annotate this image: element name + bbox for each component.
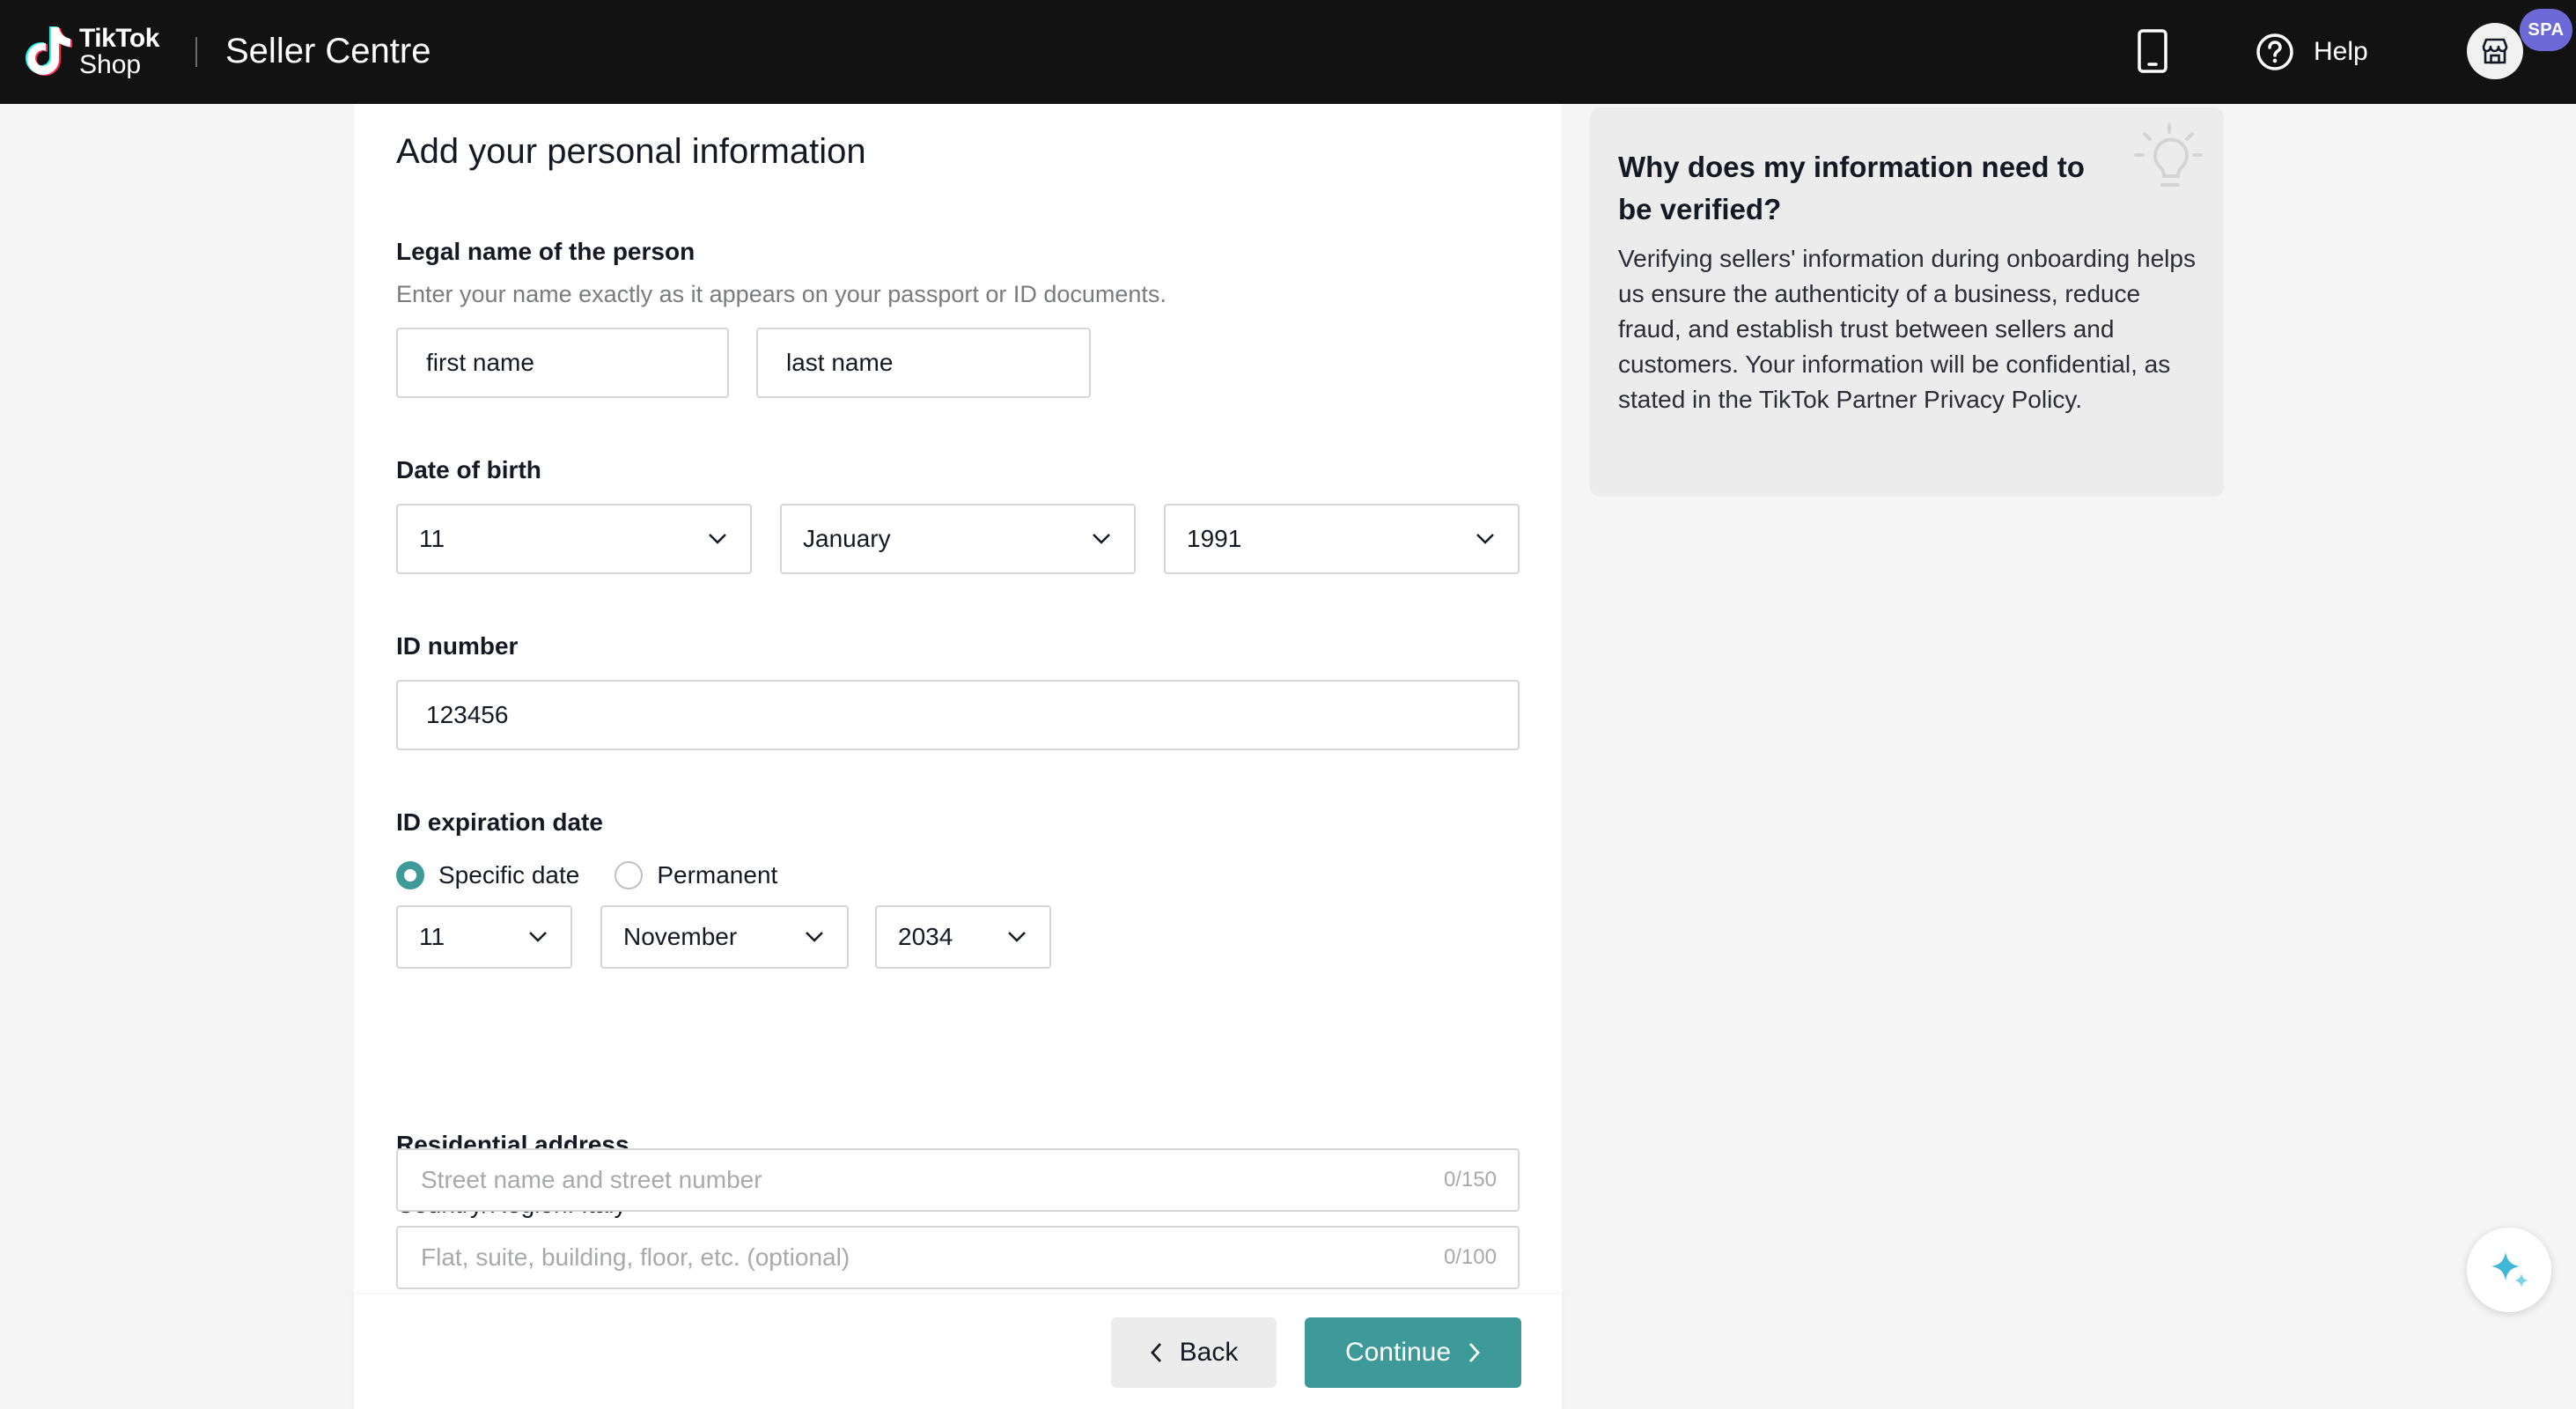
chevron-down-icon bbox=[529, 932, 547, 942]
dob-day-value: 11 bbox=[419, 525, 445, 552]
first-name-input[interactable]: first name bbox=[396, 328, 729, 398]
last-name-input[interactable]: last name bbox=[756, 328, 1091, 398]
logo-line-2: Shop bbox=[79, 50, 142, 79]
tiktok-logo-icon bbox=[26, 26, 72, 76]
chevron-down-icon bbox=[1008, 932, 1026, 942]
dob-year-value: 1991 bbox=[1187, 525, 1242, 552]
personal-info-form: Add your personal information Legal name… bbox=[354, 104, 1562, 1409]
logo-text: TikTok Shop bbox=[79, 26, 159, 78]
chevron-down-icon bbox=[806, 932, 823, 942]
dob-month-select[interactable]: January bbox=[780, 504, 1136, 574]
expiry-year-select[interactable]: 2034 bbox=[875, 905, 1051, 969]
back-label: Back bbox=[1179, 1338, 1239, 1367]
radio-permanent-label: Permanent bbox=[657, 861, 778, 889]
chevron-down-icon bbox=[1093, 534, 1110, 544]
id-number-value: 123456 bbox=[426, 701, 509, 728]
dob-month-value: January bbox=[803, 525, 891, 552]
last-name-value: last name bbox=[786, 349, 894, 376]
chevron-left-icon bbox=[1150, 1343, 1161, 1362]
app-title: Seller Centre bbox=[225, 32, 431, 70]
continue-button[interactable]: Continue bbox=[1305, 1317, 1521, 1388]
id-number-input[interactable]: 123456 bbox=[396, 680, 1520, 750]
expiry-year-value: 2034 bbox=[898, 923, 953, 950]
expiry-day-value: 11 bbox=[419, 923, 445, 950]
chevron-down-icon bbox=[1476, 534, 1494, 544]
sparkle-icon bbox=[2491, 1252, 2528, 1287]
lightbulb-icon bbox=[2134, 123, 2203, 187]
mobile-phone-icon[interactable] bbox=[2134, 28, 2171, 74]
dob-label: Date of birth bbox=[396, 456, 541, 483]
account-badge: SPA bbox=[2520, 9, 2572, 51]
help-button[interactable]: Help bbox=[2256, 26, 2368, 77]
id-expiration-options: Specific date Permanent bbox=[396, 856, 813, 895]
continue-label: Continue bbox=[1344, 1338, 1452, 1367]
dob-year-select[interactable]: 1991 bbox=[1164, 504, 1520, 574]
legal-name-hint: Enter your name exactly as it appears on… bbox=[396, 281, 1167, 307]
top-bar: TikTok Shop Seller Centre Help SPA bbox=[0, 0, 2576, 104]
street-placeholder: Street name and street number bbox=[421, 1166, 762, 1193]
dob-day-select[interactable]: 11 bbox=[396, 504, 752, 574]
store-icon bbox=[2482, 38, 2508, 64]
chevron-down-icon bbox=[709, 534, 726, 544]
verification-info-card: Why does my information need to be verif… bbox=[1590, 107, 2224, 497]
help-circle-icon bbox=[2256, 33, 2293, 70]
street-input[interactable]: Street name and street number 0/150 bbox=[396, 1148, 1520, 1212]
radio-specific-date[interactable]: Specific date bbox=[396, 861, 579, 889]
back-button[interactable]: Back bbox=[1111, 1317, 1277, 1388]
radio-specific-date-label: Specific date bbox=[438, 861, 580, 889]
form-footer: Back Continue bbox=[354, 1295, 1562, 1409]
help-label: Help bbox=[2314, 37, 2368, 66]
info-title: Why does my information need to be verif… bbox=[1618, 151, 2085, 225]
flat-placeholder: Flat, suite, building, floor, etc. (opti… bbox=[421, 1243, 850, 1271]
page-title: Add your personal information bbox=[396, 132, 866, 171]
radio-permanent[interactable]: Permanent bbox=[615, 861, 777, 889]
id-expiration-label: ID expiration date bbox=[396, 808, 603, 836]
flat-counter: 0/100 bbox=[1443, 1245, 1497, 1269]
id-number-label: ID number bbox=[396, 632, 519, 660]
expiry-day-select[interactable]: 11 bbox=[396, 905, 572, 969]
flat-input[interactable]: Flat, suite, building, floor, etc. (opti… bbox=[396, 1226, 1520, 1289]
radio-permanent-indicator bbox=[615, 861, 644, 889]
store-avatar[interactable] bbox=[2467, 23, 2523, 79]
tiktok-shop-logo[interactable]: TikTok Shop bbox=[25, 21, 174, 83]
header-divider bbox=[195, 37, 197, 67]
chevron-right-icon bbox=[1469, 1343, 1480, 1362]
radio-specific-date-indicator bbox=[396, 861, 424, 889]
legal-name-label: Legal name of the person bbox=[396, 238, 696, 265]
first-name-value: first name bbox=[426, 349, 534, 376]
street-counter: 0/150 bbox=[1443, 1168, 1497, 1191]
ai-assistant-button[interactable] bbox=[2467, 1228, 2551, 1312]
expiry-month-value: November bbox=[623, 923, 738, 950]
expiry-month-select[interactable]: November bbox=[600, 905, 849, 969]
info-body: Verifying sellers' information during on… bbox=[1618, 245, 2196, 413]
logo-line-1: TikTok bbox=[79, 24, 159, 53]
